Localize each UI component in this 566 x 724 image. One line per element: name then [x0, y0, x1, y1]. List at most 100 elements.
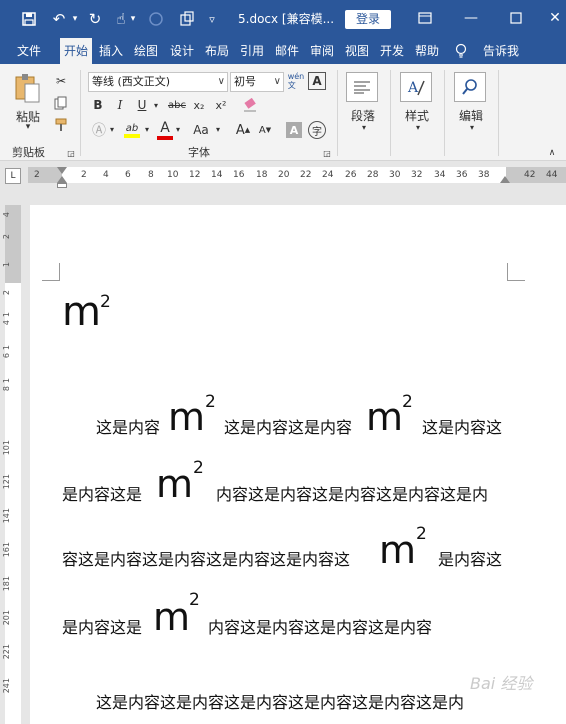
italic-button[interactable]: I	[112, 96, 128, 114]
tab-references[interactable]: 引用	[236, 38, 268, 64]
paragraph-icon	[346, 72, 378, 102]
ruler-tick: 28	[367, 170, 379, 180]
tab-design[interactable]: 设计	[166, 38, 198, 64]
cut-icon[interactable]: ✂	[52, 72, 70, 90]
font-size-select[interactable]: 初号 ∨	[230, 72, 284, 92]
find-icon	[454, 72, 486, 102]
formula-exponent: 2	[193, 458, 204, 478]
vruler-tick: 2	[2, 234, 11, 240]
font-color-glyph: A	[160, 120, 170, 136]
vruler-tick: 1	[2, 312, 11, 318]
enclose-characters-button[interactable]: 字	[308, 121, 326, 139]
phonetic-guide-button[interactable]: wén 文	[286, 70, 306, 92]
editing-dropdown-icon[interactable]: ▾	[466, 122, 478, 132]
tell-me-search[interactable]: 告诉我	[476, 38, 526, 64]
login-button[interactable]: 登录	[345, 10, 391, 29]
subscript-button[interactable]: x₂	[190, 96, 208, 114]
collapse-ribbon-icon[interactable]: ∧	[545, 148, 559, 158]
superscript-button[interactable]: x²	[212, 96, 230, 114]
ruler-tick: 34	[434, 170, 446, 180]
copy-icon[interactable]	[52, 94, 70, 112]
formula-exponent: 2	[416, 524, 427, 544]
touch-dropdown-icon[interactable]: ▾	[128, 9, 138, 29]
font-color-dropdown-icon[interactable]: ▾	[174, 122, 182, 136]
vruler-tick: 161	[2, 542, 11, 558]
text-effects-button[interactable]: Ⓐ	[90, 120, 108, 140]
vruler-tick: 141	[2, 508, 11, 524]
ruler-tick: 38	[478, 170, 490, 180]
hanging-indent-marker[interactable]	[57, 176, 67, 183]
ribbon-display-icon[interactable]	[414, 8, 436, 28]
font-color-button[interactable]: A	[156, 118, 174, 142]
customize-icon[interactable]: ▿	[204, 9, 220, 29]
horizontal-ruler[interactable]: L 2 2 4 6 8 10 12 14 16 18 20 22 24 26 2…	[0, 162, 566, 190]
formula-exponent: 2	[402, 392, 413, 412]
crop-mark	[42, 263, 60, 281]
undo-icon[interactable]: ↶	[48, 9, 70, 29]
vruler-tick: 201	[2, 610, 11, 626]
ribbon-home: 粘贴 ▾ ✂ 剪贴板 ◲ 等线 (西文正文) ∨ 初号 ∨ wén 文 A B …	[0, 64, 566, 161]
tab-developer[interactable]: 开发	[376, 38, 408, 64]
watermark: Bai 经验	[470, 674, 533, 693]
tab-selector[interactable]: L	[5, 168, 21, 184]
save-icon[interactable]	[18, 9, 40, 29]
format-painter-icon[interactable]	[52, 116, 70, 134]
vruler-tick: 4	[2, 320, 11, 326]
change-case-dropdown-icon[interactable]: ▾	[214, 122, 222, 136]
highlight-button[interactable]: ab	[122, 118, 142, 142]
vruler-tick: 221	[2, 644, 11, 660]
ruler-tick: 36	[456, 170, 468, 180]
maximize-icon[interactable]	[505, 8, 527, 28]
shrink-font-button[interactable]: A ▼	[256, 120, 274, 140]
chevron-down-icon: ∨	[273, 76, 281, 87]
left-indent-marker[interactable]	[57, 183, 67, 188]
underline-button[interactable]: U	[134, 96, 150, 114]
autosave-icon[interactable]	[146, 9, 166, 29]
text-effects-dropdown-icon[interactable]: ▾	[108, 122, 116, 136]
paragraph-button[interactable]	[346, 72, 378, 102]
paragraph-dropdown-icon[interactable]: ▾	[358, 122, 370, 132]
tab-file[interactable]: 文件	[10, 38, 48, 64]
paste-icon[interactable]	[10, 72, 44, 106]
ruler-tick: 2	[81, 170, 87, 180]
tab-review[interactable]: 审阅	[306, 38, 338, 64]
styles-button[interactable]: A	[400, 72, 432, 102]
format-painter-icon[interactable]	[176, 9, 198, 29]
tab-help[interactable]: 帮助	[411, 38, 443, 64]
ribbon-tabs: 文件 开始 插入 绘图 设计 布局 引用 邮件 审阅 视图 开发 帮助 告诉我	[0, 38, 566, 64]
char-border-button[interactable]: A	[308, 72, 326, 90]
bold-button[interactable]: B	[90, 96, 106, 114]
document-page[interactable]	[30, 205, 566, 724]
lightbulb-icon[interactable]	[452, 38, 470, 64]
tab-home[interactable]: 开始	[60, 38, 92, 64]
tab-layout[interactable]: 布局	[201, 38, 233, 64]
ruler-tick: 44	[546, 170, 558, 180]
tab-view[interactable]: 视图	[341, 38, 373, 64]
svg-text:A: A	[407, 80, 419, 96]
formula-base: m	[156, 462, 194, 506]
right-indent-marker[interactable]	[500, 176, 510, 183]
styles-dropdown-icon[interactable]: ▾	[412, 122, 424, 132]
editing-button[interactable]	[454, 72, 486, 102]
clear-formatting-icon[interactable]	[240, 96, 260, 114]
highlight-dropdown-icon[interactable]: ▾	[143, 122, 151, 136]
vruler-tick: 4	[2, 212, 11, 218]
minimize-icon[interactable]: —	[460, 8, 482, 28]
redo-icon[interactable]: ↻	[84, 9, 106, 29]
undo-dropdown-icon[interactable]: ▾	[70, 9, 80, 29]
vruler-tick: 101	[2, 440, 11, 456]
first-line-indent-marker[interactable]	[57, 167, 67, 174]
strikethrough-button[interactable]: abc	[166, 96, 188, 114]
underline-dropdown-icon[interactable]: ▾	[151, 98, 161, 112]
tab-draw[interactable]: 绘图	[130, 38, 162, 64]
tab-insert[interactable]: 插入	[95, 38, 127, 64]
close-icon[interactable]: ✕	[544, 8, 566, 28]
grow-font-button[interactable]: A ▲	[234, 120, 252, 140]
font-name-select[interactable]: 等线 (西文正文) ∨	[88, 72, 228, 92]
char-shading-button[interactable]: A	[286, 122, 302, 138]
clipboard-launcher-icon[interactable]: ◲	[66, 148, 76, 158]
tab-mailings[interactable]: 邮件	[271, 38, 303, 64]
paste-dropdown-icon[interactable]: ▾	[22, 122, 34, 132]
change-case-button[interactable]: Aa	[188, 120, 214, 140]
font-launcher-icon[interactable]: ◲	[322, 148, 332, 158]
